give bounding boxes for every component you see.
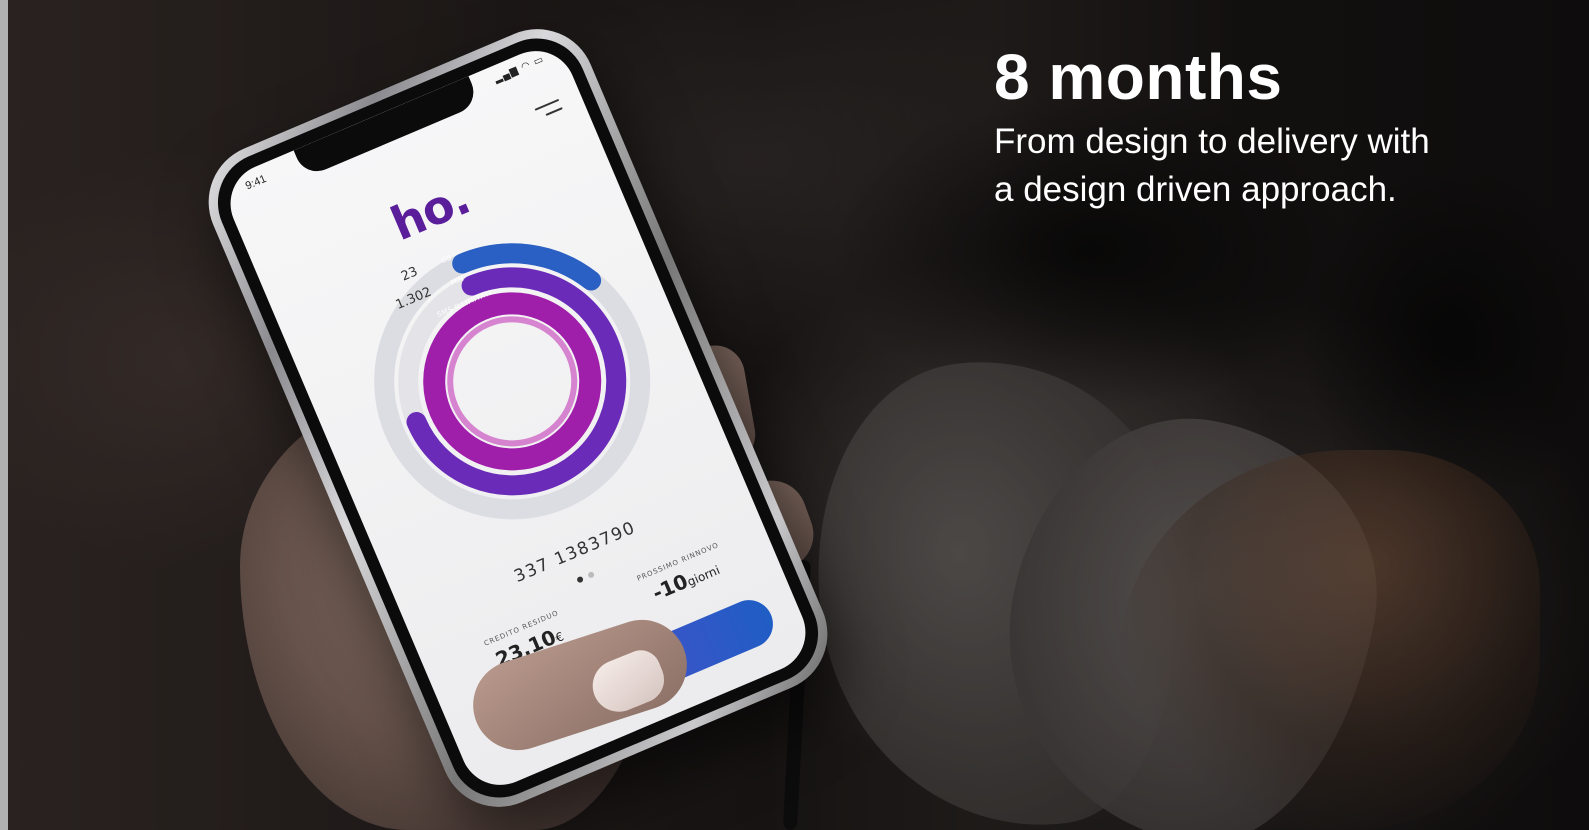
outer-track <box>374 243 651 520</box>
headline-subtitle: From design to delivery with a design dri… <box>994 122 1430 209</box>
headline-title: 8 months <box>994 41 1283 113</box>
carousel-dot-active[interactable] <box>576 575 585 584</box>
carousel-dot[interactable] <box>587 570 596 579</box>
status-time: 9:41 <box>243 172 269 193</box>
signal-wifi-battery-icon: ▂▄▆ ◠ ▭ <box>492 53 546 85</box>
hamburger-menu-icon[interactable] <box>534 97 564 122</box>
headline-block: 8 months From design to delivery with a d… <box>994 40 1574 214</box>
